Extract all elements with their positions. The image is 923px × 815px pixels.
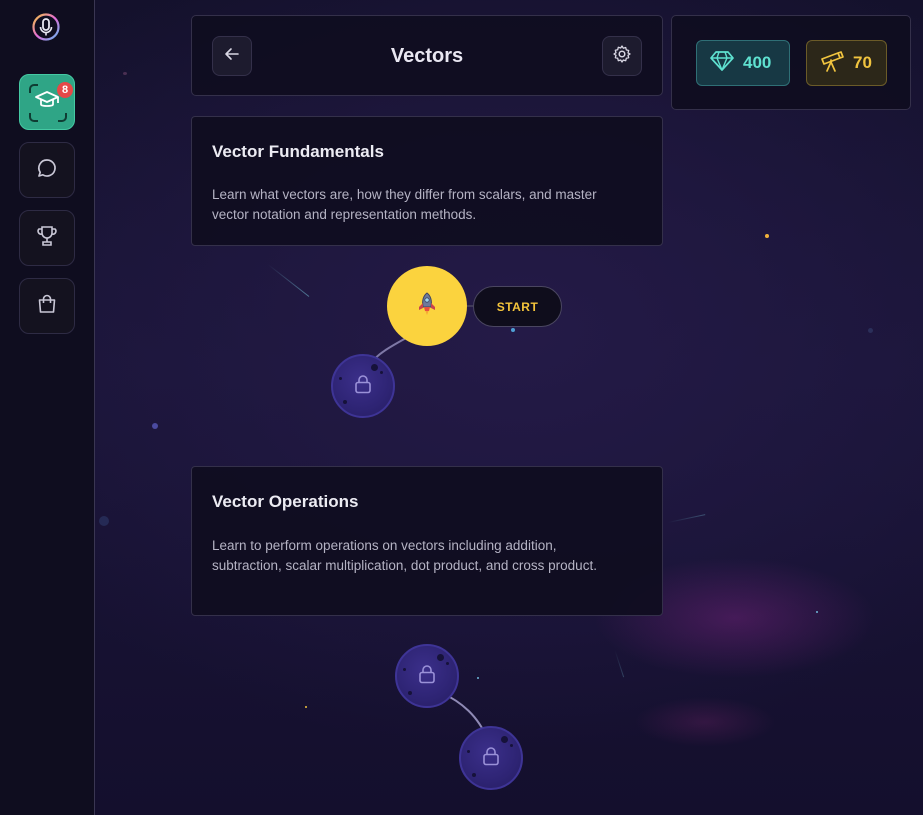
trophy-icon	[35, 224, 59, 252]
start-lesson-node[interactable]	[387, 266, 467, 346]
lock-icon	[418, 664, 436, 688]
sidebar-item-leaderboard[interactable]	[19, 210, 75, 266]
star	[477, 677, 479, 679]
sidebar-item-shop[interactable]	[19, 278, 75, 334]
star	[511, 328, 515, 332]
star	[123, 72, 127, 75]
shooting-star	[614, 650, 625, 678]
unit-description: Learn what vectors are, how they differ …	[212, 187, 597, 222]
telescopes-counter[interactable]: 70	[806, 40, 887, 86]
notification-badge: 8	[56, 81, 74, 99]
chat-bubble-icon	[36, 157, 58, 183]
lesson-header: Vectors	[191, 15, 663, 96]
telescope-icon	[819, 49, 845, 78]
sidebar-item-chat[interactable]	[19, 142, 75, 198]
gear-icon	[612, 44, 632, 68]
gems-counter[interactable]: 400	[696, 40, 790, 86]
locked-lesson-node[interactable]	[395, 644, 459, 708]
locked-lesson-node[interactable]	[331, 354, 395, 418]
gems-value: 400	[743, 53, 772, 72]
currency-panel: 400 70	[671, 15, 911, 110]
star	[765, 234, 769, 238]
unit-description: Learn to perform operations on vectors i…	[212, 538, 597, 573]
settings-button[interactable]	[602, 36, 642, 76]
unit-card[interactable]: Vector Operations Learn to perform opera…	[191, 466, 663, 616]
sidebar: 8	[0, 0, 95, 815]
shooting-star	[667, 514, 706, 523]
star	[868, 328, 873, 333]
page-title: Vectors	[390, 45, 464, 67]
lock-icon	[482, 746, 500, 770]
star	[152, 423, 158, 429]
star	[305, 706, 307, 708]
star	[816, 611, 818, 613]
unit-card[interactable]: Vector Fundamentals Learn what vectors a…	[191, 116, 663, 246]
unit-title: Vector Operations	[212, 492, 359, 511]
sidebar-item-learn[interactable]: 8	[19, 74, 75, 130]
start-button[interactable]: START	[473, 286, 562, 327]
shooting-star	[267, 264, 310, 297]
lock-icon	[354, 374, 372, 398]
locked-lesson-node[interactable]	[459, 726, 523, 790]
shopping-bag-icon	[36, 293, 58, 319]
star	[99, 516, 109, 526]
diamond-icon	[709, 50, 735, 77]
telescopes-value: 70	[853, 53, 872, 72]
unit-title: Vector Fundamentals	[212, 142, 384, 161]
rocket-icon	[415, 291, 439, 321]
microphone-logo-icon[interactable]	[31, 12, 61, 42]
